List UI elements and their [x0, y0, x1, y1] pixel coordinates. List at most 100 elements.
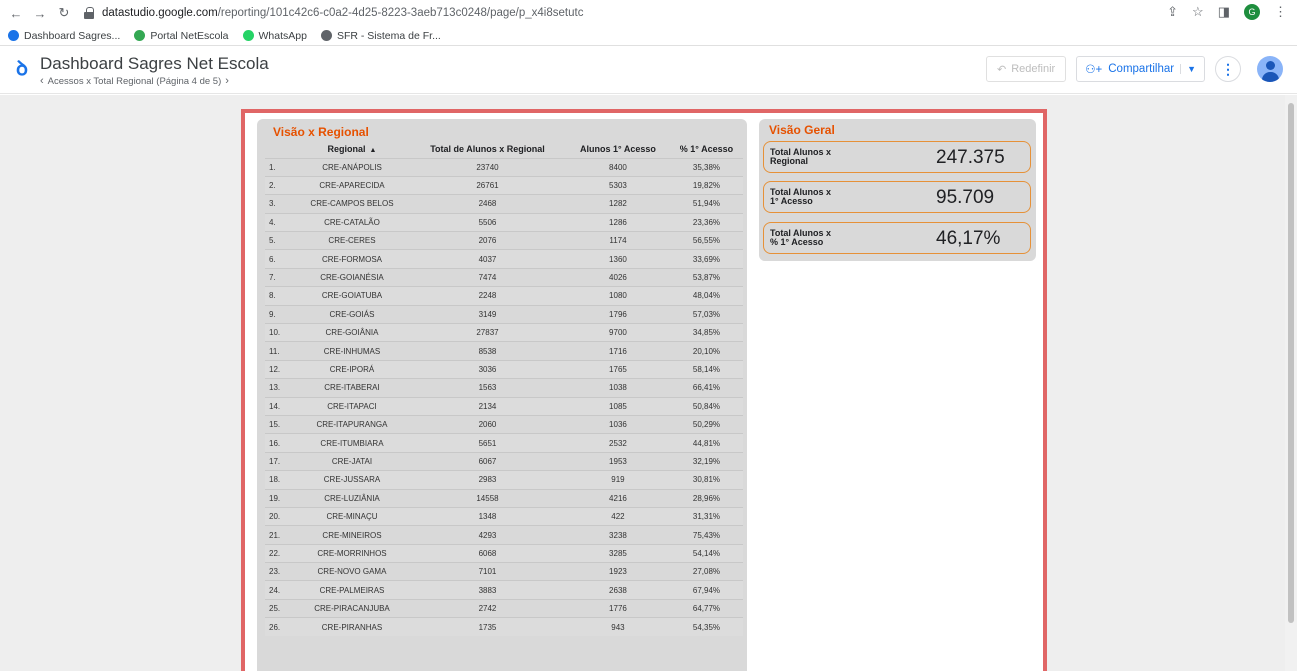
bookmark-star-icon[interactable]: ☆ — [1192, 4, 1204, 20]
row-index: 13. — [265, 378, 295, 398]
table-row[interactable]: 26. CRE-PIRANHAS 1735 943 54,35% — [265, 617, 743, 637]
table-row[interactable]: 20. CRE-MINAÇU 1348 422 31,31% — [265, 506, 743, 526]
table-row[interactable]: 16. CRE-ITUMBIARA 5651 2532 44,81% — [265, 433, 743, 453]
globe-icon — [320, 30, 332, 41]
row-regional: CRE-PIRACANJUBA — [295, 598, 409, 618]
reload-icon[interactable]: ↻ — [56, 5, 72, 21]
table-row[interactable]: 5. CRE-CERES 2076 1174 56,55% — [265, 231, 743, 250]
table-row[interactable]: 2. CRE-APARECIDA 26761 5303 19,82% — [265, 175, 743, 195]
table-row[interactable]: 10. CRE-GOIÂNIA 27837 9700 34,85% — [265, 323, 743, 342]
column-header-total[interactable]: Total de Alunos x Regional — [409, 141, 566, 158]
table-row[interactable]: 22. CRE-MORRINHOS 6068 3285 54,14% — [265, 543, 743, 563]
redefinir-button[interactable]: ↶ Redefinir — [985, 56, 1067, 82]
bookmark-dashboard-sagres[interactable]: Dashboard Sagres... — [8, 30, 120, 42]
row-regional: CRE-ITUMBIARA — [295, 433, 409, 453]
url-field[interactable]: datastudio.google.com/reporting/101c42c6… — [84, 7, 583, 19]
row-percent: 30,81% — [669, 470, 743, 490]
row-primeiro-acesso: 1174 — [565, 231, 670, 250]
browser-menu-icon[interactable]: ⋮ — [1274, 4, 1287, 20]
chevron-down-icon[interactable]: ▼ — [1180, 64, 1196, 74]
row-primeiro-acesso: 3285 — [565, 543, 670, 563]
row-regional: CRE-NOVO GAMA — [295, 562, 409, 581]
sort-ascending-icon: ▲ — [369, 147, 377, 155]
forward-arrow-icon[interactable]: → — [32, 5, 48, 21]
bookmark-favicon-icon — [8, 30, 19, 41]
row-total: 2076 — [408, 231, 566, 250]
row-percent: 50,29% — [669, 414, 743, 434]
avatar[interactable] — [1257, 56, 1283, 82]
row-index: 22. — [265, 543, 295, 563]
table-row[interactable]: 14. CRE-ITAPACI 2134 1085 50,84% — [265, 396, 743, 416]
row-primeiro-acesso: 1716 — [565, 341, 670, 361]
bookmark-portal-netescola[interactable]: Portal NetEscola — [134, 30, 229, 42]
undo-icon: ↶ — [996, 63, 1007, 76]
table-row[interactable]: 6. CRE-FORMOSA 4037 1360 33,69% — [265, 249, 743, 269]
overview-panel: Visão Geral Total Alunos x Regional 247.3… — [759, 119, 1036, 261]
row-primeiro-acesso: 5303 — [565, 175, 670, 195]
row-index: 5. — [265, 231, 295, 250]
table-row[interactable]: 21. CRE-MINEIROS 4293 3238 75,43% — [265, 525, 743, 545]
row-percent: 50,84% — [669, 396, 743, 416]
row-index: 15. — [265, 414, 295, 434]
column-header-index — [265, 141, 295, 158]
prev-page-icon[interactable]: ‹ — [40, 75, 44, 87]
table-row[interactable]: 12. CRE-IPORÁ 3036 1765 58,14% — [265, 359, 743, 379]
url-host: datastudio.google.com — [102, 7, 218, 19]
table-row[interactable]: 7. CRE-GOIANÉSIA 7474 4026 53,87% — [265, 267, 743, 287]
table-row[interactable]: 4. CRE-CATALÃO 5506 1286 23,36% — [265, 212, 743, 232]
row-index: 16. — [265, 433, 295, 453]
scrollbar-thumb[interactable] — [1288, 103, 1294, 623]
row-total: 1735 — [408, 617, 566, 637]
row-percent: 27,08% — [669, 562, 743, 581]
row-total: 4293 — [408, 525, 566, 545]
row-percent: 23,36% — [669, 212, 743, 232]
more-options-icon[interactable]: ⋮ — [1215, 56, 1241, 82]
bookmark-sfr[interactable]: SFR - Sistema de Fr... — [320, 30, 441, 42]
row-regional: CRE-GOIANÉSIA — [295, 267, 409, 287]
next-page-icon[interactable]: › — [225, 75, 229, 87]
report-title[interactable]: Dashboard Sagres Net Escola — [40, 54, 269, 74]
table-row[interactable]: 23. CRE-NOVO GAMA 7101 1923 27,08% — [265, 562, 743, 581]
browser-actions: ⇪ ☆ ◨ G ⋮ — [1167, 4, 1287, 20]
column-header-regional[interactable]: Regional ▲ — [295, 141, 409, 158]
row-primeiro-acesso: 1080 — [565, 286, 670, 306]
table-row[interactable]: 17. CRE-JATAI 6067 1953 32,19% — [265, 451, 743, 471]
table-body: 1. CRE-ANÁPOLIS 23740 8400 35,38% 2. CRE-APARE… — [265, 157, 743, 637]
vertical-scrollbar[interactable] — [1285, 95, 1297, 671]
row-percent: 54,35% — [669, 617, 743, 637]
table-row[interactable]: 13. CRE-ITABERAI 1563 1038 66,41% — [265, 378, 743, 398]
row-index: 12. — [265, 359, 295, 379]
share-button[interactable]: ⚇+ Compartilhar ▼ — [1076, 56, 1205, 82]
sidebar-toggle-icon[interactable]: ◨ — [1218, 4, 1230, 20]
table-row[interactable]: 24. CRE-PALMEIRAS 3883 2638 67,94% — [265, 580, 743, 600]
whatsapp-icon — [242, 30, 254, 41]
report-page: Visão x Regional Regional ▲ Total de Alun… — [241, 109, 1047, 671]
column-header-primeiro-acesso[interactable]: Alunos 1° Acesso — [566, 141, 670, 158]
row-percent: 64,77% — [669, 598, 743, 618]
table-row[interactable]: 8. CRE-GOIATUBA 2248 1080 48,04% — [265, 286, 743, 306]
column-header-percent[interactable]: % 1° Acesso — [670, 141, 743, 158]
table-row[interactable]: 15. CRE-ITAPURANGA 2060 1036 50,29% — [265, 414, 743, 434]
table-row[interactable]: 18. CRE-JUSSARA 2983 919 30,81% — [265, 470, 743, 490]
table-row[interactable]: 11. CRE-INHUMAS 8538 1716 20,10% — [265, 341, 743, 361]
share-page-icon[interactable]: ⇪ — [1167, 4, 1178, 20]
row-primeiro-acesso: 9700 — [565, 323, 670, 342]
table-row[interactable]: 9. CRE-GOIÁS 3149 1796 57,03% — [265, 304, 743, 324]
browser-profile-avatar[interactable]: G — [1244, 4, 1260, 20]
page-breadcrumb[interactable]: Acessos x Total Regional (Página 4 de 5) — [48, 76, 222, 87]
row-total: 5651 — [408, 433, 566, 453]
row-index: 25. — [265, 598, 295, 618]
row-regional: CRE-ITABERAI — [295, 378, 409, 398]
table-row[interactable]: 19. CRE-LUZIÂNIA 14558 4216 28,96% — [265, 488, 743, 508]
table-row[interactable]: 25. CRE-PIRACANJUBA 2742 1776 64,77% — [265, 598, 743, 618]
data-studio-logo-icon[interactable]: ꝺ — [16, 58, 32, 80]
row-percent: 34,85% — [669, 323, 743, 342]
row-index: 26. — [265, 617, 295, 637]
back-arrow-icon[interactable]: ← — [8, 5, 24, 21]
bookmark-whatsapp[interactable]: WhatsApp — [242, 30, 307, 42]
row-index: 6. — [265, 249, 295, 269]
table-row[interactable]: 3. CRE-CAMPOS BELOS 2468 1282 51,94% — [265, 194, 743, 214]
row-total: 6068 — [408, 543, 566, 563]
row-percent: 75,43% — [669, 525, 743, 545]
table-row[interactable]: 1. CRE-ANÁPOLIS 23740 8400 35,38% — [265, 157, 743, 177]
